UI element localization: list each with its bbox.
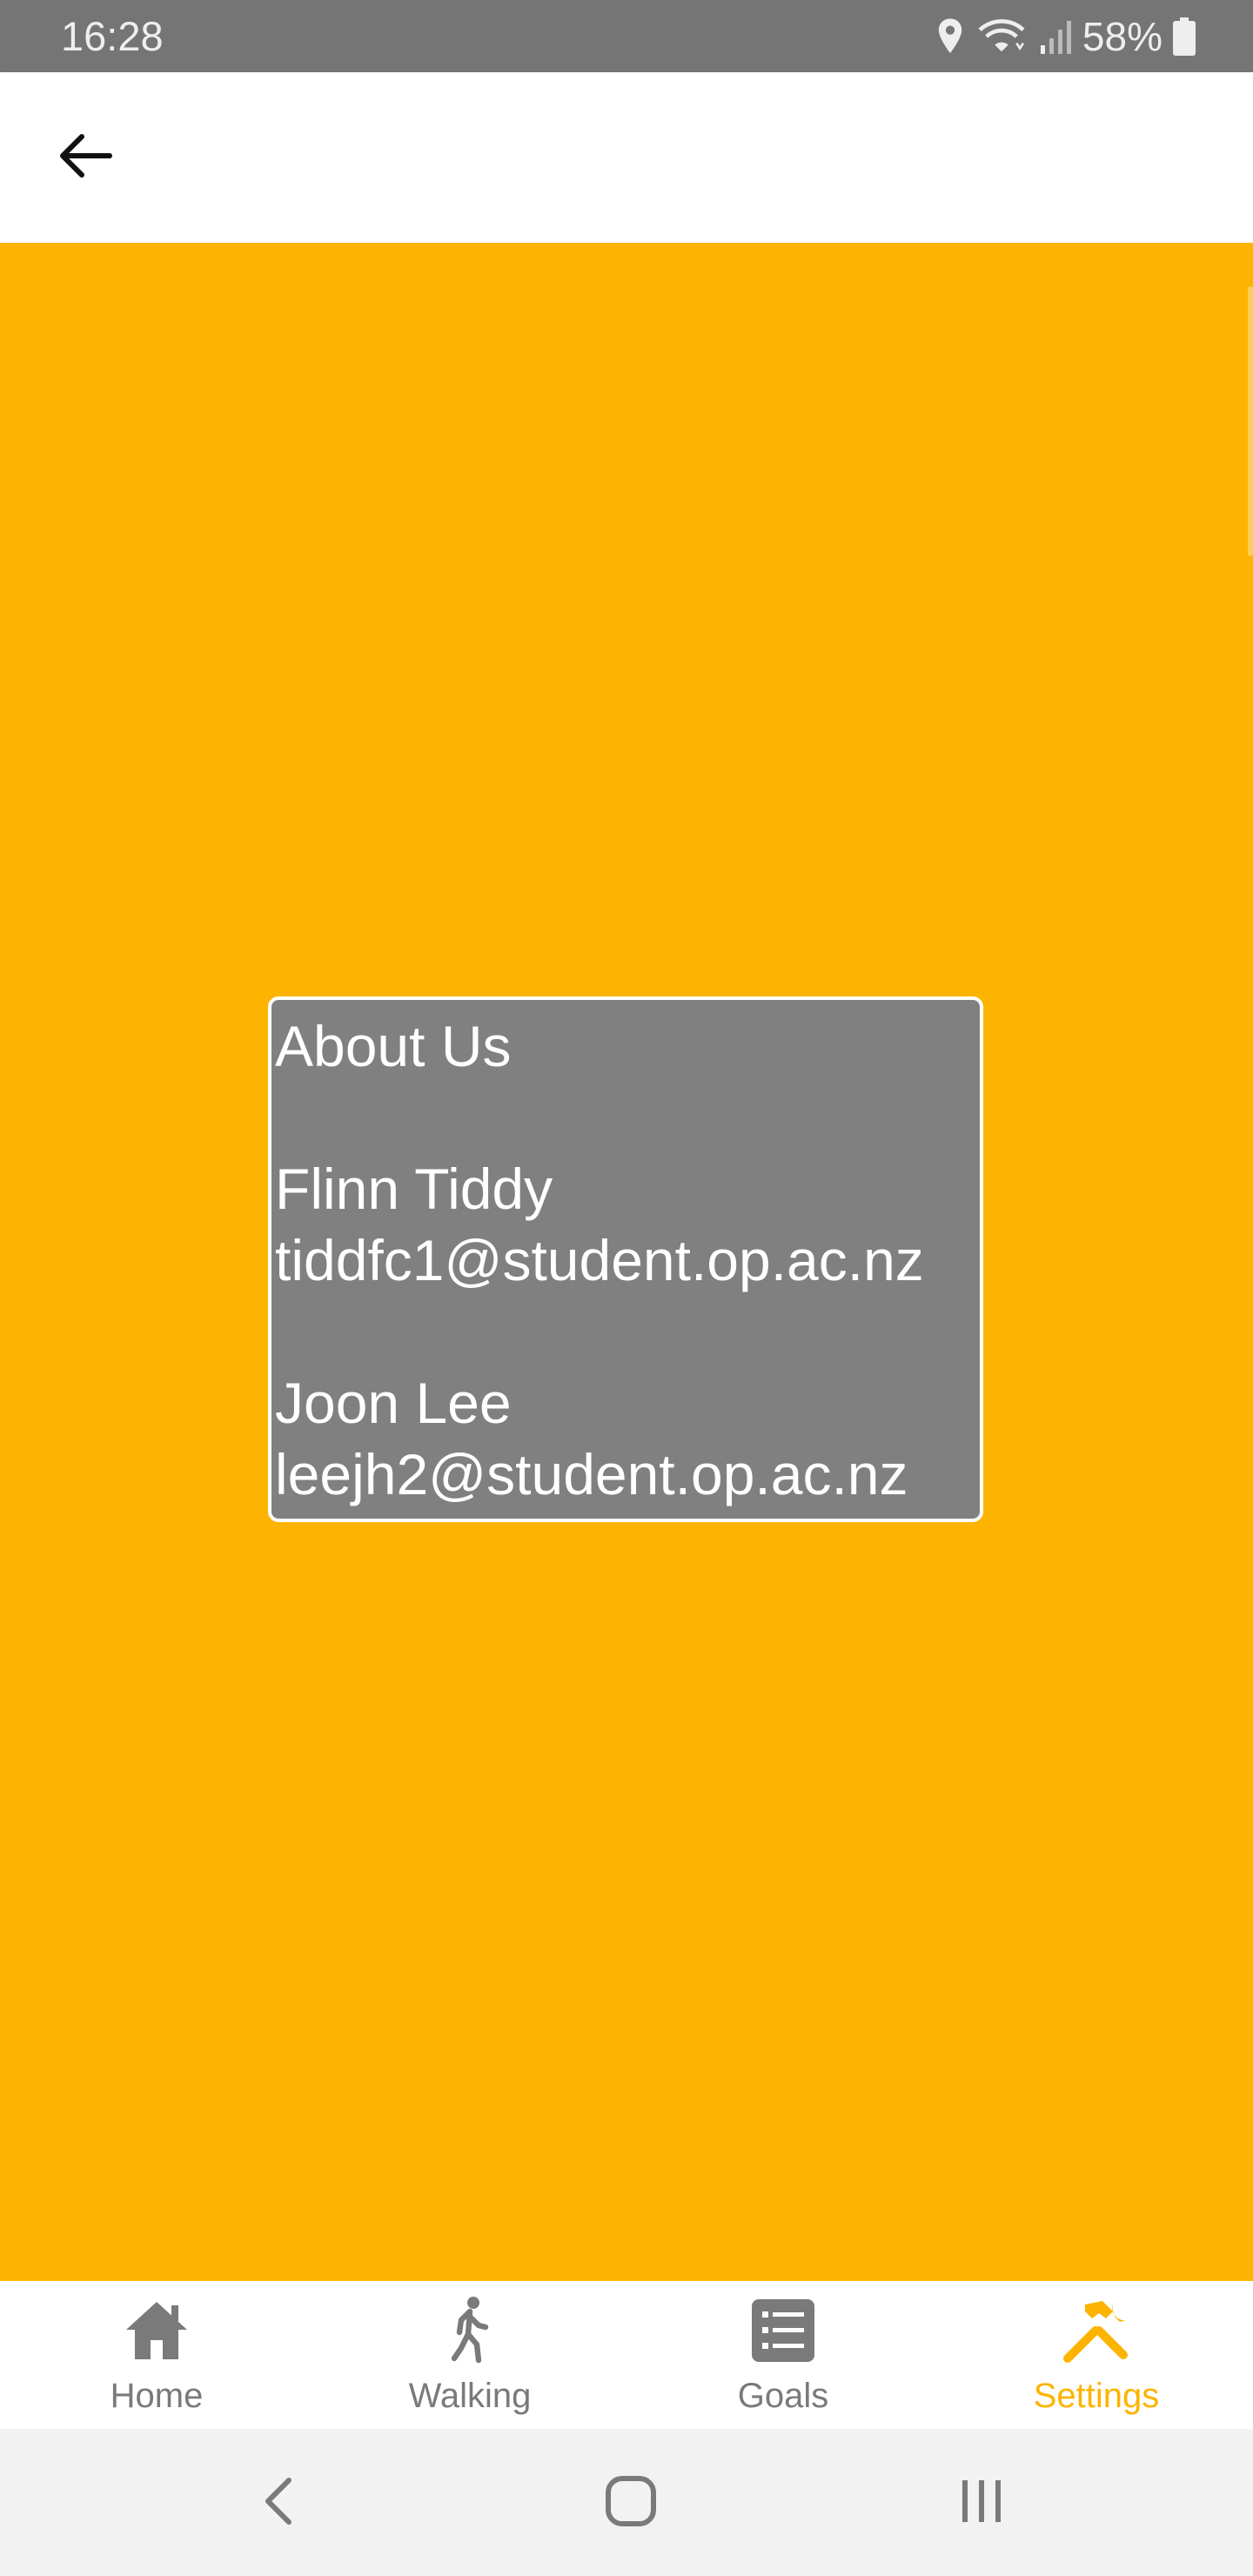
wifi-icon xyxy=(976,17,1027,57)
member-email: leejh2@student.op.ac.nz xyxy=(275,1442,908,1506)
system-navigation-bar xyxy=(0,2429,1253,2576)
member-name: Flinn Tiddy xyxy=(275,1157,553,1221)
nav-item-settings[interactable]: Settings xyxy=(940,2281,1253,2429)
about-title: About Us xyxy=(275,1014,512,1078)
nav-label-settings: Settings xyxy=(1033,2377,1160,2415)
home-square-icon xyxy=(605,2475,657,2532)
tools-icon xyxy=(1057,2291,1136,2370)
list-icon xyxy=(744,2291,822,2370)
app-bar xyxy=(0,72,1253,243)
back-chevron-icon xyxy=(261,2475,296,2532)
walking-icon xyxy=(431,2291,509,2370)
battery-percentage: 58% xyxy=(1082,14,1163,59)
member-name: Joon Lee xyxy=(275,1371,512,1435)
status-icons: 58% xyxy=(935,10,1196,63)
battery-icon xyxy=(1173,17,1196,56)
signal-icon xyxy=(1037,17,1072,56)
location-icon xyxy=(935,17,966,56)
main-content: About Us Flinn Tiddy tiddfc1@student.op.… xyxy=(0,243,1253,2281)
status-time: 16:28 xyxy=(61,13,164,59)
scroll-indicator[interactable] xyxy=(1248,286,1253,556)
about-us-card: About Us Flinn Tiddy tiddfc1@student.op.… xyxy=(268,996,983,1522)
arrow-left-icon xyxy=(57,131,113,184)
recents-icon xyxy=(957,2477,1006,2530)
system-recents-button[interactable] xyxy=(938,2464,1025,2542)
member-email: tiddfc1@student.op.ac.nz xyxy=(275,1228,924,1292)
system-back-button[interactable] xyxy=(235,2464,322,2542)
back-button[interactable] xyxy=(42,114,129,201)
nav-item-goals[interactable]: Goals xyxy=(626,2281,940,2429)
system-home-button[interactable] xyxy=(587,2464,674,2542)
nav-label-walking: Walking xyxy=(408,2377,532,2415)
nav-label-home: Home xyxy=(110,2377,204,2415)
nav-item-home[interactable]: Home xyxy=(0,2281,313,2429)
status-bar: 16:28 58% xyxy=(0,0,1253,72)
nav-label-goals: Goals xyxy=(737,2377,829,2415)
nav-item-walking[interactable]: Walking xyxy=(313,2281,626,2429)
home-icon xyxy=(117,2291,196,2370)
bottom-navigation: Home Walking Goals Settings xyxy=(0,2281,1253,2429)
